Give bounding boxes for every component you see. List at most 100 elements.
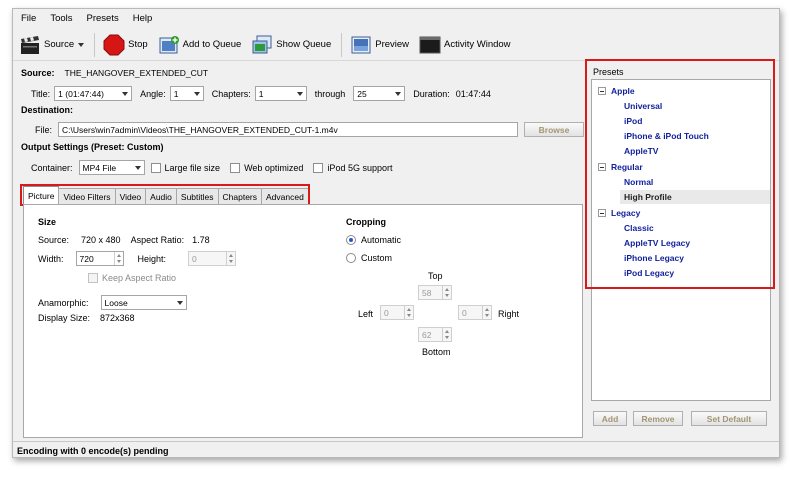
web-optimized-label: Web optimized: [244, 162, 304, 173]
spinner-arrows-icon[interactable]: [482, 306, 491, 319]
anamorphic-select[interactable]: Loose: [100, 295, 187, 310]
angle-select[interactable]: 1: [169, 86, 204, 101]
remove-preset-button[interactable]: Remove: [633, 411, 683, 426]
handbrake-window: File Tools Presets Help Source Stop Add …: [12, 8, 780, 458]
terminal-icon: [419, 34, 441, 56]
picture-tab-panel: Size Source: 720 x 480 Aspect Ratio: 1.7…: [23, 204, 583, 438]
width-label: Width:: [38, 253, 64, 264]
browse-button[interactable]: Browse: [524, 122, 585, 137]
spinner-arrows-icon[interactable]: [113, 252, 123, 265]
stop-button[interactable]: Stop: [99, 31, 152, 59]
destination-heading-row: Destination:: [21, 105, 73, 115]
crop-bottom-stepper[interactable]: 62: [418, 327, 452, 342]
clapperboard-icon: [19, 34, 41, 56]
display-size-value: 872x368: [100, 313, 135, 323]
presets-highlight-box: [585, 59, 775, 289]
file-row: File: C:\Users\win7admin\Videos\THE_HANG…: [35, 122, 585, 137]
height-value: 0: [192, 253, 197, 264]
crop-right-label: Right: [498, 309, 520, 319]
width-value: 720: [79, 253, 94, 264]
title-row: Title: 1 (01:47:44) Angle: 1 Chapters: 1…: [31, 86, 491, 101]
container-value: MP4 File: [82, 162, 117, 173]
spinner-arrows-icon[interactable]: [404, 306, 413, 319]
preview-button[interactable]: Preview: [346, 31, 413, 59]
crop-bottom-value: 62: [422, 329, 432, 340]
height-label: Height:: [137, 253, 167, 264]
crop-automatic-row: Automatic: [346, 235, 401, 245]
preview-icon: [350, 34, 372, 56]
title-value: 1 (01:47:44): [58, 88, 105, 99]
ipod-5g-checkbox[interactable]: [313, 162, 324, 173]
add-preset-button[interactable]: Add: [593, 411, 627, 426]
status-bar: Encoding with 0 encode(s) pending: [13, 441, 779, 457]
chapters-to-select[interactable]: 25: [353, 86, 406, 101]
spinner-arrows-icon[interactable]: [442, 328, 451, 341]
crop-left-value: 0: [384, 307, 389, 318]
crop-custom-label: Custom: [361, 253, 393, 263]
preview-label: Preview: [375, 39, 410, 50]
menu-bar: File Tools Presets Help: [13, 9, 779, 27]
activity-window-label: Activity Window: [444, 39, 511, 50]
show-queue-button[interactable]: Show Queue: [247, 31, 335, 59]
menu-tools[interactable]: Tools: [50, 13, 72, 24]
file-path-value: C:\Users\win7admin\Videos\THE_HANGOVER_E…: [62, 124, 338, 135]
source-heading: Source:: [21, 68, 55, 78]
add-to-queue-button[interactable]: Add to Queue: [154, 31, 246, 59]
dropdown-arrow-icon: [78, 42, 85, 47]
activity-window-button[interactable]: Activity Window: [415, 31, 515, 59]
show-queue-icon: [251, 34, 273, 56]
crop-bottom-label: Bottom: [422, 347, 451, 357]
container-select[interactable]: MP4 File: [78, 160, 145, 175]
chapters-to-value: 25: [357, 88, 367, 99]
menu-help[interactable]: Help: [133, 13, 153, 24]
crop-automatic-radio[interactable]: [346, 235, 356, 245]
crop-right-stepper[interactable]: 0: [458, 305, 492, 320]
aspect-ratio-label: Aspect Ratio:: [130, 235, 185, 245]
crop-left-stepper[interactable]: 0: [380, 305, 414, 320]
container-row: Container: MP4 File Large file size Web …: [31, 160, 392, 175]
picture-source-value: 720 x 480: [81, 235, 121, 245]
keep-aspect-checkbox[interactable]: [88, 273, 98, 283]
duration-value: 01:47:44: [455, 88, 491, 99]
chevron-down-icon: [193, 92, 200, 96]
chevron-down-icon: [134, 166, 141, 170]
crop-top-label: Top: [428, 271, 443, 281]
display-size-label: Display Size:: [38, 313, 91, 323]
anamorphic-label: Anamorphic:: [38, 297, 89, 308]
large-file-checkbox[interactable]: [150, 162, 161, 173]
crop-custom-radio[interactable]: [346, 253, 356, 263]
output-heading-row: Output Settings (Preset: Custom): [21, 142, 164, 152]
cropping-heading: Cropping: [346, 217, 386, 227]
menu-presets[interactable]: Presets: [87, 13, 119, 24]
stop-icon: [103, 34, 125, 56]
anamorphic-value: Loose: [104, 297, 128, 308]
angle-value: 1: [173, 88, 179, 99]
chapters-from-value: 1: [258, 88, 264, 99]
main-pane: Source: THE_HANGOVER_EXTENDED_CUT Title:…: [13, 62, 585, 438]
ipod-5g-label: iPod 5G support: [327, 162, 393, 173]
duration-label: Duration:: [413, 88, 450, 99]
crop-top-stepper[interactable]: 58: [418, 285, 452, 300]
anamorphic-row: Anamorphic: Loose: [38, 295, 187, 310]
size-heading: Size: [38, 217, 57, 227]
web-optimized-checkbox[interactable]: [230, 162, 241, 173]
keep-aspect-label: Keep Aspect Ratio: [102, 273, 177, 283]
source-button[interactable]: Source: [15, 31, 88, 59]
menu-file[interactable]: File: [21, 13, 36, 24]
add-to-queue-icon: [158, 34, 180, 56]
source-label: Source: [44, 39, 75, 50]
height-stepper[interactable]: 0: [188, 251, 237, 266]
set-default-preset-button[interactable]: Set Default: [691, 411, 767, 426]
chapters-from-select[interactable]: 1: [254, 86, 307, 101]
chevron-down-icon: [395, 92, 402, 96]
spinner-arrows-icon[interactable]: [226, 252, 235, 265]
display-size-row: Display Size: 872x368: [38, 313, 135, 323]
file-path-input[interactable]: C:\Users\win7admin\Videos\THE_HANGOVER_E…: [58, 122, 519, 137]
large-file-label: Large file size: [164, 162, 221, 173]
width-stepper[interactable]: 720: [75, 251, 124, 266]
show-queue-label: Show Queue: [276, 39, 332, 50]
toolbar: Source Stop Add to Queue Show Queue Prev…: [13, 29, 779, 61]
chevron-down-icon: [122, 92, 129, 96]
title-select[interactable]: 1 (01:47:44): [54, 86, 133, 101]
spinner-arrows-icon[interactable]: [442, 286, 451, 299]
